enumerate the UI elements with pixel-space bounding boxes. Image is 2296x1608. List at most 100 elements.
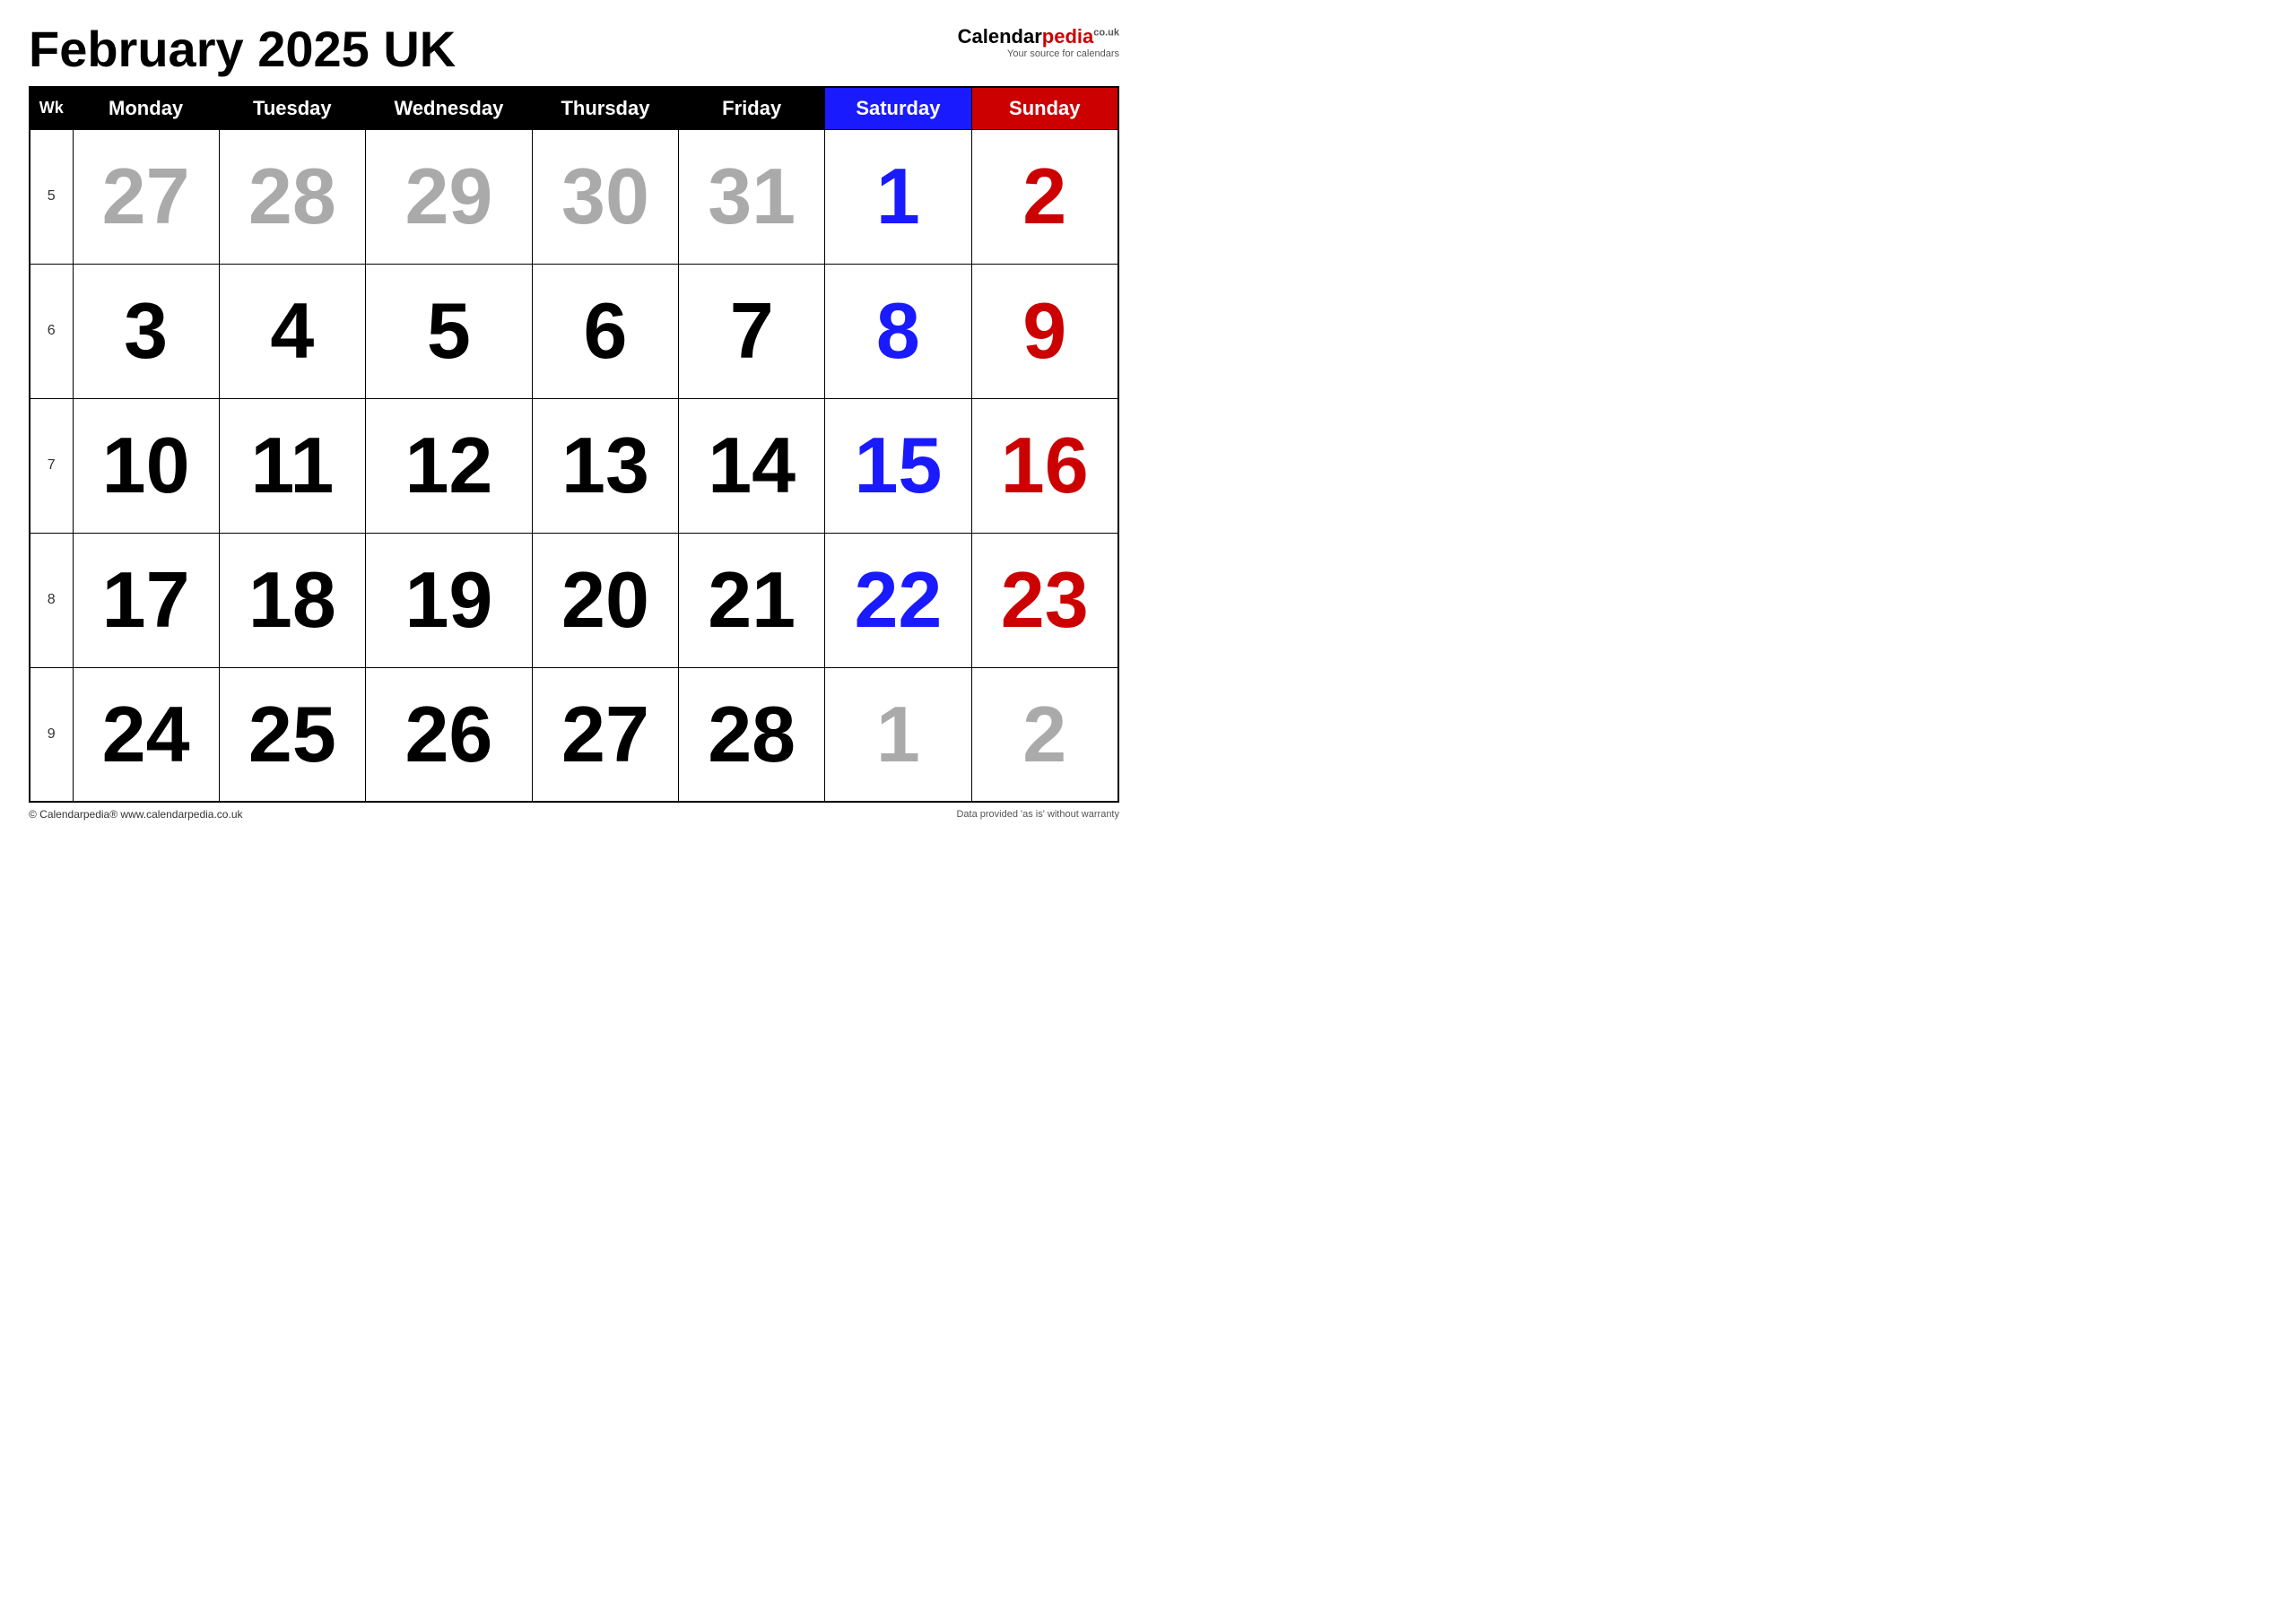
page-title: February 2025 UK: [29, 22, 456, 77]
day-cell-w2-d5: 15: [825, 398, 971, 533]
day-cell-w3-d0: 17: [73, 533, 219, 667]
day-cell-w0-d0: 27: [73, 129, 219, 264]
day-cell-w1-d6: 9: [971, 264, 1118, 398]
day-cell-w4-d4: 28: [679, 667, 825, 802]
week-number-4: 9: [30, 667, 73, 802]
day-cell-w3-d5: 22: [825, 533, 971, 667]
calendar-header-row: Wk Monday Tuesday Wednesday Thursday Fri…: [30, 87, 1118, 130]
day-cell-w3-d3: 20: [532, 533, 678, 667]
week-number-2: 7: [30, 398, 73, 533]
day-number-w0-d3: 30: [540, 135, 671, 258]
day-number-w4-d3: 27: [540, 674, 671, 796]
day-number-w0-d0: 27: [81, 135, 212, 258]
day-number-w1-d0: 3: [81, 270, 212, 393]
day-number-w2-d5: 15: [832, 404, 963, 527]
day-number-w2-d4: 14: [686, 404, 817, 527]
day-cell-w4-d6: 2: [971, 667, 1118, 802]
day-number-w2-d0: 10: [81, 404, 212, 527]
day-cell-w1-d2: 5: [365, 264, 532, 398]
day-number-w3-d2: 19: [373, 539, 525, 662]
header-tuesday: Tuesday: [219, 87, 365, 130]
day-cell-w0-d2: 29: [365, 129, 532, 264]
header-wednesday: Wednesday: [365, 87, 532, 130]
header-sunday: Sunday: [971, 87, 1118, 130]
day-cell-w2-d0: 10: [73, 398, 219, 533]
logo-area: Calendarpediaco.uk Your source for calen…: [958, 25, 1119, 59]
day-number-w1-d1: 4: [227, 270, 358, 393]
calendar-table: Wk Monday Tuesday Wednesday Thursday Fri…: [29, 86, 1119, 804]
logo: Calendarpediaco.uk: [958, 25, 1119, 48]
day-cell-w3-d2: 19: [365, 533, 532, 667]
week-row-4: 9242526272812: [30, 667, 1118, 802]
day-cell-w4-d5: 1: [825, 667, 971, 802]
day-cell-w1-d3: 6: [532, 264, 678, 398]
logo-name-part2: pedia: [1042, 25, 1093, 48]
header-friday: Friday: [679, 87, 825, 130]
day-cell-w2-d3: 13: [532, 398, 678, 533]
day-number-w4-d6: 2: [979, 674, 1111, 796]
day-cell-w1-d1: 4: [219, 264, 365, 398]
day-cell-w4-d2: 26: [365, 667, 532, 802]
day-cell-w4-d1: 25: [219, 667, 365, 802]
day-number-w4-d0: 24: [81, 674, 212, 796]
day-number-w2-d3: 13: [540, 404, 671, 527]
day-number-w4-d5: 1: [832, 674, 963, 796]
day-cell-w3-d1: 18: [219, 533, 365, 667]
day-cell-w3-d6: 23: [971, 533, 1118, 667]
page-header: February 2025 UK Calendarpediaco.uk Your…: [29, 22, 1119, 77]
header-monday: Monday: [73, 87, 219, 130]
logo-tagline: Your source for calendars: [958, 48, 1119, 59]
day-cell-w2-d4: 14: [679, 398, 825, 533]
day-cell-w0-d3: 30: [532, 129, 678, 264]
day-number-w3-d4: 21: [686, 539, 817, 662]
day-number-w1-d6: 9: [979, 270, 1111, 393]
week-row-0: 5272829303112: [30, 129, 1118, 264]
week-number-3: 8: [30, 533, 73, 667]
day-cell-w0-d6: 2: [971, 129, 1118, 264]
day-number-w3-d1: 18: [227, 539, 358, 662]
day-number-w0-d4: 31: [686, 135, 817, 258]
day-number-w4-d4: 28: [686, 674, 817, 796]
day-number-w0-d6: 2: [979, 135, 1111, 258]
logo-name-part1: Calendar: [958, 25, 1042, 48]
day-cell-w1-d5: 8: [825, 264, 971, 398]
day-number-w4-d1: 25: [227, 674, 358, 796]
week-row-3: 817181920212223: [30, 533, 1118, 667]
day-cell-w0-d4: 31: [679, 129, 825, 264]
day-cell-w4-d3: 27: [532, 667, 678, 802]
day-cell-w2-d6: 16: [971, 398, 1118, 533]
footer-disclaimer: Data provided 'as is' without warranty: [956, 809, 1119, 820]
day-cell-w1-d0: 3: [73, 264, 219, 398]
day-cell-w0-d5: 1: [825, 129, 971, 264]
day-number-w0-d2: 29: [373, 135, 525, 258]
day-cell-w2-d2: 12: [365, 398, 532, 533]
header-saturday: Saturday: [825, 87, 971, 130]
logo-co-uk: co.uk: [1093, 28, 1119, 39]
day-number-w1-d3: 6: [540, 270, 671, 393]
day-number-w1-d4: 7: [686, 270, 817, 393]
header-wk: Wk: [30, 87, 73, 130]
day-cell-w1-d4: 7: [679, 264, 825, 398]
day-cell-w4-d0: 24: [73, 667, 219, 802]
day-cell-w3-d4: 21: [679, 533, 825, 667]
day-number-w3-d6: 23: [979, 539, 1111, 662]
day-number-w3-d3: 20: [540, 539, 671, 662]
week-row-1: 63456789: [30, 264, 1118, 398]
day-number-w2-d2: 12: [373, 404, 525, 527]
day-number-w3-d5: 22: [832, 539, 963, 662]
day-number-w0-d5: 1: [832, 135, 963, 258]
header-thursday: Thursday: [532, 87, 678, 130]
day-number-w3-d0: 17: [81, 539, 212, 662]
day-number-w1-d2: 5: [373, 270, 525, 393]
day-number-w2-d6: 16: [979, 404, 1111, 527]
footer-copyright: © Calendarpedia® www.calendarpedia.co.uk: [29, 808, 243, 821]
day-cell-w2-d1: 11: [219, 398, 365, 533]
day-number-w0-d1: 28: [227, 135, 358, 258]
day-number-w1-d5: 8: [832, 270, 963, 393]
week-number-0: 5: [30, 129, 73, 264]
day-number-w2-d1: 11: [227, 404, 358, 527]
day-number-w4-d2: 26: [373, 674, 525, 796]
footer: © Calendarpedia® www.calendarpedia.co.uk…: [29, 808, 1119, 821]
week-number-1: 6: [30, 264, 73, 398]
week-row-2: 710111213141516: [30, 398, 1118, 533]
